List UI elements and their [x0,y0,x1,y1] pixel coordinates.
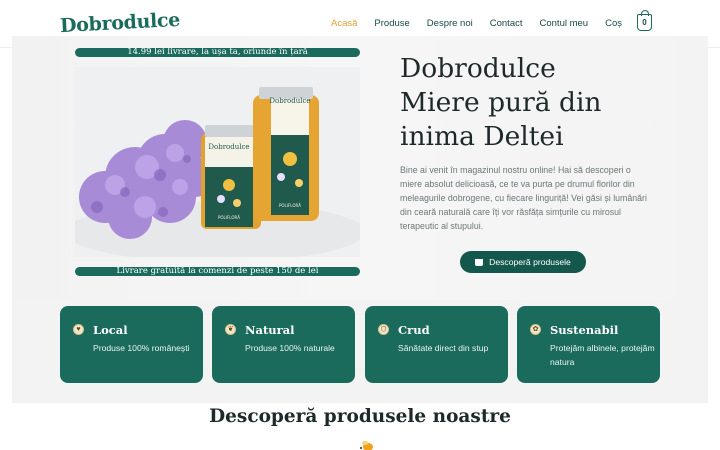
nav-item-cart[interactable]: Coș [605,18,622,29]
feature-title: Local [93,323,128,337]
site-logo[interactable]: Dobrodulce [60,9,181,37]
hero-title: Dobrodulce Miere pură din inima Deltei [400,52,700,154]
nav-item-about[interactable]: Despre noi [427,18,473,29]
cart-count: 0 [642,18,647,27]
jar-label-tall: Dobrodulce [269,97,310,105]
feature-text: Protejăm albinele, protejăm natura [550,343,655,367]
jar-sublabel-tall: POLIFLORĂ [279,203,301,208]
hero-description: Bine ai venit în magazinul nostru online… [400,165,647,231]
honeycomb-icon: ⬡ [378,324,389,335]
feature-title: Crud [398,323,430,337]
discover-products-label: Descoperă produsele [489,257,571,267]
nav-item-account[interactable]: Contul meu [540,18,589,29]
jar-sublabel-small: POLIFLORĂ [218,215,240,220]
bee-icon: ✿ [530,324,541,335]
cart-icon [475,259,484,266]
feature-text: Sănătate direct din stup [398,343,489,353]
nav-item-products[interactable]: Produse [374,18,409,29]
feature-card-natural: ❦ Natural Produse 100% naturale [212,306,355,383]
hero-title-line2: Miere pură din [400,87,602,118]
heart-icon: ♥ [73,324,84,335]
bee-icon [360,441,373,450]
feature-title: Natural [245,323,295,337]
hero-title-line1: Dobrodulce [400,53,556,84]
jar-label-small: Dobrodulce [208,143,249,151]
discover-products-button[interactable]: Descoperă produsele [460,251,586,273]
free-shipping-banner: Livrare gratuită la comenzi de peste 150… [75,267,360,276]
honey-jars-illustration: Dobrodulce POLIFLORĂ Dobrodulce POLIFLOR… [75,67,360,257]
shipping-banner: 14.99 lei livrare, la ușa ta, oriunde în… [75,48,360,57]
nav-item-home[interactable]: Acasă [331,18,357,29]
feature-text: Produse 100% românești [93,343,190,353]
feature-text: Produse 100% naturale [245,343,335,353]
products-section-title: Descoperă produsele noastre [209,406,511,427]
nav-item-contact[interactable]: Contact [490,18,523,29]
hero-product-photo: Dobrodulce POLIFLORĂ Dobrodulce POLIFLOR… [75,67,360,257]
hero-title-line3: inima Deltei [400,121,564,152]
feature-card-sustainable: ✿ Sustenabil Protejăm albinele, protejăm… [517,306,660,383]
feature-title: Sustenabil [550,323,619,337]
leaf-icon: ❦ [225,324,236,335]
main-nav: Acasă Produse Despre noi Contact Contul … [314,18,622,29]
feature-card-raw: ⬡ Crud Sănătate direct din stup [365,306,508,383]
cart-icon[interactable]: 0 [637,10,652,31]
feature-card-local: ♥ Local Produse 100% românești [60,306,203,383]
